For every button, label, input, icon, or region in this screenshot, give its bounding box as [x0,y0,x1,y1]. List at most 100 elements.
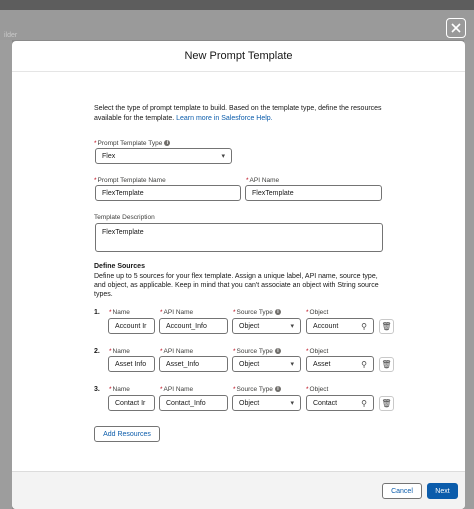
template-description-label: Template Description [94,214,155,221]
source-type-label-text: Source Type [236,348,273,355]
source-name-value: Asset Info [115,360,147,368]
chevron-down-icon: ▾ [290,400,294,407]
trash-icon: 🗑 [381,399,392,408]
source-object-value: Contact [313,399,338,407]
source-type-label: *Source Type i [233,309,281,316]
source-object-label-text: Object [309,386,329,393]
source-object-lookup[interactable]: Account ⚲ [306,318,374,334]
source-row-number: 2. [94,348,100,355]
template-description-label-text: Template Description [94,214,155,221]
source-name-label-text: Name [112,386,130,393]
template-name-label: *Prompt Template Name [94,177,166,184]
template-description-textarea[interactable]: FlexTemplate [95,223,383,252]
source-type-label: *Source Type i [233,348,281,355]
source-api-name-label: *API Name [160,309,194,316]
source-api-name-label-text: API Name [163,348,194,355]
source-object-lookup[interactable]: Contact ⚲ [306,395,374,411]
add-resources-button[interactable]: Add Resources [94,426,160,442]
source-object-label-text: Object [309,348,329,355]
source-object-value: Asset [313,360,331,368]
source-type-label-text: Source Type [236,386,273,393]
source-row-number: 1. [94,309,100,316]
template-type-select[interactable]: Flex ▾ [95,148,232,164]
background-top-bar [0,0,474,10]
api-name-label: *API Name [246,177,280,184]
background-builder-text: ilder [4,32,18,39]
api-name-value: FlexTemplate [252,189,294,197]
modal-header: New Prompt Template [12,41,465,72]
define-sources-title: Define Sources [94,263,145,270]
source-api-name-input[interactable]: Account_Info [159,318,228,334]
info-icon[interactable]: i [164,140,171,147]
source-name-input[interactable]: Contact Ir [108,395,155,411]
background-left-panel [0,40,12,509]
source-name-value: Account Ir [115,322,147,330]
source-type-label-text: Source Type [236,309,273,316]
source-api-name-value: Asset_Info [166,360,200,368]
source-type-value: Object [239,360,260,368]
trash-icon: 🗑 [381,322,392,331]
template-type-label-text: Prompt Template Type [97,140,163,147]
template-name-input[interactable]: FlexTemplate [95,185,241,201]
source-object-value: Account [313,322,339,330]
close-icon [451,23,461,33]
info-icon[interactable]: i [274,348,281,355]
source-name-label-text: Name [112,348,130,355]
api-name-input[interactable]: FlexTemplate [245,185,382,201]
source-name-value: Contact Ir [115,399,146,407]
search-icon[interactable]: ⚲ [361,360,367,369]
source-type-select[interactable]: Object ▾ [232,356,301,372]
source-api-name-value: Account_Info [166,322,207,330]
source-type-value: Object [239,399,260,407]
search-icon[interactable]: ⚲ [361,399,367,408]
trash-icon: 🗑 [381,360,392,369]
delete-source-button[interactable]: 🗑 [379,357,394,372]
source-name-label: *Name [109,348,130,355]
cancel-button[interactable]: Cancel [382,483,422,499]
source-api-name-label: *API Name [160,386,194,393]
template-description-value: FlexTemplate [102,229,144,236]
source-object-label-text: Object [309,309,329,316]
chevron-down-icon: ▾ [290,323,294,330]
source-name-label: *Name [109,386,130,393]
learn-more-link[interactable]: Learn more in Salesforce Help. [176,115,273,122]
source-type-select[interactable]: Object ▾ [232,318,301,334]
template-type-value: Flex [102,152,116,160]
template-name-value: FlexTemplate [102,189,144,197]
template-type-label: *Prompt Template Type i [94,140,171,147]
new-prompt-template-modal: New Prompt Template Select the type of p… [12,41,465,509]
source-object-label: *Object [306,348,329,355]
source-name-label-text: Name [112,309,130,316]
background-right-panel [464,40,474,509]
source-name-input[interactable]: Account Ir [108,318,155,334]
next-button[interactable]: Next [427,483,458,499]
template-name-label-text: Prompt Template Name [97,177,166,184]
source-api-name-label: *API Name [160,348,194,355]
api-name-label-text: API Name [249,177,280,184]
modal-title: New Prompt Template [184,50,293,62]
source-api-name-label-text: API Name [163,386,194,393]
chevron-down-icon: ▾ [290,361,294,368]
source-type-select[interactable]: Object ▾ [232,395,301,411]
info-icon[interactable]: i [274,309,281,316]
modal-footer: Cancel Next [12,471,465,509]
source-object-lookup[interactable]: Asset ⚲ [306,356,374,372]
source-type-label: *Source Type i [233,386,281,393]
info-icon[interactable]: i [274,386,281,393]
source-name-label: *Name [109,309,130,316]
source-name-input[interactable]: Asset Info [108,356,155,372]
intro-text-block: Select the type of prompt template to bu… [94,104,384,124]
modal-body: Select the type of prompt template to bu… [12,72,465,470]
source-api-name-input[interactable]: Contact_Info [159,395,228,411]
delete-source-button[interactable]: 🗑 [379,396,394,411]
search-icon[interactable]: ⚲ [361,322,367,331]
close-button[interactable] [446,18,466,38]
source-api-name-input[interactable]: Asset_Info [159,356,228,372]
define-sources-description: Define up to 5 sources for your flex tem… [94,273,379,298]
source-object-label: *Object [306,309,329,316]
chevron-down-icon: ▾ [221,153,225,160]
source-api-name-label-text: API Name [163,309,194,316]
delete-source-button[interactable]: 🗑 [379,319,394,334]
source-row-number: 3. [94,386,100,393]
source-object-label: *Object [306,386,329,393]
